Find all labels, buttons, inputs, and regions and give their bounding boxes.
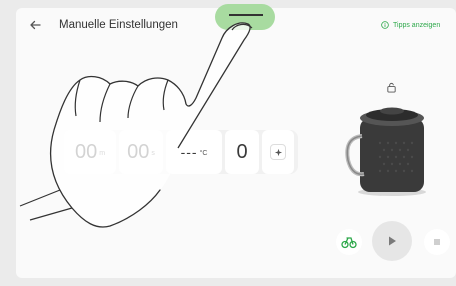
turbo-icon <box>270 144 286 160</box>
minutes-setting[interactable]: 00 m <box>64 130 116 174</box>
play-button[interactable] <box>372 221 412 261</box>
tips-label: Tipps anzeigen <box>393 21 441 29</box>
seconds-unit: s <box>151 149 155 157</box>
seconds-value: 00 <box>127 140 150 163</box>
stop-icon <box>434 239 440 245</box>
speed-setting[interactable]: 0 <box>225 130 259 174</box>
play-icon <box>389 236 396 246</box>
temperature-unit: °C <box>199 149 208 157</box>
minutes-value: 00 <box>74 140 98 163</box>
lock-open-icon[interactable] <box>386 82 397 93</box>
turbo-setting[interactable] <box>262 130 294 174</box>
scale-button[interactable] <box>336 229 362 255</box>
scale-icon <box>341 237 357 249</box>
seconds-setting[interactable]: 00 s <box>119 130 163 174</box>
temperature-value: --- <box>180 144 198 160</box>
speed-value: 0 <box>236 140 248 163</box>
show-tips-link[interactable]: Tipps anzeigen <box>381 21 440 29</box>
highlighted-toggle-button[interactable] <box>215 4 275 30</box>
page-title: Manuelle Einstellungen <box>59 19 178 31</box>
toggle-indicator <box>229 14 263 16</box>
info-icon <box>381 21 389 29</box>
settings-row: 00 m 00 s --- °C 0 <box>64 130 298 174</box>
minutes-unit: m <box>99 149 106 157</box>
temperature-setting[interactable]: --- °C <box>166 130 222 174</box>
back-arrow-icon[interactable] <box>28 18 42 32</box>
stop-button[interactable] <box>424 229 450 255</box>
appliance-image <box>345 107 426 196</box>
